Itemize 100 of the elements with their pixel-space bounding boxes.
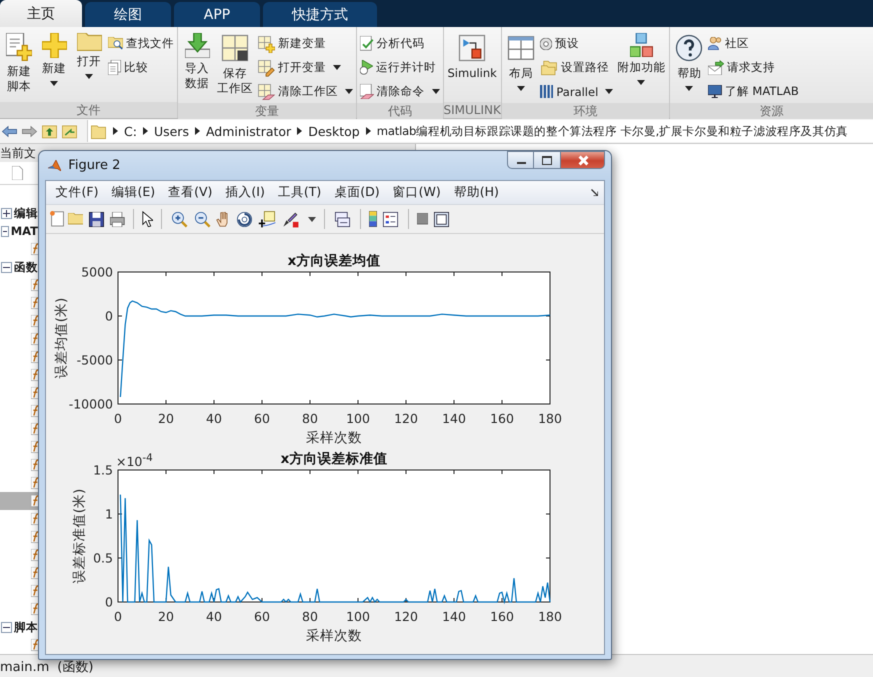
expander-icon[interactable] xyxy=(1,208,12,218)
ribbon-button[interactable]: 布局 xyxy=(504,31,538,93)
panel-icon[interactable] xyxy=(432,210,452,228)
axis-label: 误差均值(米) xyxy=(54,298,70,378)
ribbon-button[interactable]: 比较 xyxy=(107,56,175,79)
folder-browse-icon[interactable] xyxy=(61,122,78,140)
print-icon[interactable] xyxy=(110,212,125,226)
dock-arrow-icon[interactable] xyxy=(590,188,598,196)
ribbon-button[interactable]: Simulink xyxy=(446,31,499,83)
pointer-icon[interactable] xyxy=(142,210,153,228)
menu-item[interactable]: 查看(V) xyxy=(162,184,219,201)
colorbar-icon[interactable] xyxy=(369,211,378,227)
ribbon-button[interactable]: 社区 xyxy=(707,32,800,55)
caret-icon[interactable] xyxy=(308,216,316,222)
chevron-icon xyxy=(366,127,371,135)
tree-label[interactable]: 脚本 xyxy=(14,620,38,634)
expander-icon[interactable] xyxy=(1,226,9,236)
import-arrow-icon xyxy=(184,33,210,58)
tick-label: 60 xyxy=(254,609,270,624)
ribbon-button[interactable]: Parallel xyxy=(538,80,614,103)
menu-item[interactable]: 编辑(E) xyxy=(104,184,162,201)
tick-label: 80 xyxy=(302,609,318,624)
ribbon-button[interactable]: 打开 xyxy=(72,31,106,80)
ribbon-button[interactable]: 查找文件 xyxy=(107,32,175,55)
tick-label: 80 xyxy=(302,411,318,426)
bars-icon xyxy=(540,84,554,98)
minimize-button[interactable] xyxy=(507,151,534,169)
documents-icon xyxy=(108,60,121,75)
tree-label[interactable]: 函数 xyxy=(14,260,38,274)
tick-label: 60 xyxy=(254,411,270,426)
menu-item[interactable]: 插入(I) xyxy=(218,184,272,201)
people-icon xyxy=(708,37,722,50)
tick-label: 0.5 xyxy=(93,550,113,566)
menu-item[interactable]: 帮助(H) xyxy=(447,184,506,201)
ribbon-tab[interactable]: 绘图 xyxy=(85,2,171,27)
ribbon-button[interactable]: 设置路径 xyxy=(538,56,614,79)
ribbon-button[interactable]: 打开变量 xyxy=(256,56,354,79)
path-segment[interactable]: matlab编程机动目标跟踪课题的整个算法程序 卡尔曼,扩展卡尔曼和粒子滤波程序及其仿真 xyxy=(376,124,848,138)
tick-label: 40 xyxy=(206,411,222,426)
envelope-arrow-icon xyxy=(708,60,724,75)
ribbon-button[interactable]: 帮助 xyxy=(672,31,706,93)
tree-label[interactable]: 编辑 xyxy=(14,206,38,220)
path-segment[interactable]: C: xyxy=(124,124,137,138)
file-row[interactable] xyxy=(0,492,38,510)
ribbon-button[interactable]: 新建 xyxy=(37,31,71,88)
menu-item[interactable]: 窗口(W) xyxy=(386,184,448,201)
play-timer-icon xyxy=(360,60,373,75)
ribbon-button[interactable]: 了解 MATLAB xyxy=(707,80,800,103)
grid-eraser-icon xyxy=(257,82,275,100)
menu-item[interactable]: 工具(T) xyxy=(271,184,328,201)
ribbon-button[interactable]: 新建 脚本 xyxy=(2,31,36,96)
new-script-icon xyxy=(6,33,32,60)
maximize-button[interactable] xyxy=(534,151,561,169)
ribbon-button[interactable]: 清除工作区 xyxy=(256,80,354,103)
section-label: 代码 xyxy=(357,103,442,119)
ribbon-button[interactable]: 导入 数据 xyxy=(180,31,214,93)
path-segment[interactable]: Administrator xyxy=(206,124,292,138)
menu-item[interactable]: 文件(F) xyxy=(49,184,105,201)
ribbon-button[interactable]: 保存 工作区 xyxy=(215,31,255,98)
caret-icon xyxy=(50,81,58,86)
expander-icon[interactable] xyxy=(1,622,12,632)
data-cursor-icon[interactable] xyxy=(258,210,278,228)
tick-label: 1 xyxy=(105,506,113,522)
ribbon-button[interactable]: 运行并计时 xyxy=(359,56,440,79)
menu-item[interactable]: 桌面(D) xyxy=(328,184,386,201)
help-icon xyxy=(674,33,704,63)
legend-icon[interactable] xyxy=(381,210,400,228)
ribbon-button[interactable]: 预设 xyxy=(538,32,614,55)
document-icon[interactable] xyxy=(12,166,23,180)
chevron-icon xyxy=(297,127,302,135)
expander-icon[interactable] xyxy=(1,262,12,272)
ribbon-button[interactable]: 新建变量 xyxy=(256,32,354,55)
ribbon-button[interactable]: 附加功能 xyxy=(615,31,668,87)
cubes-icon xyxy=(630,33,653,57)
panel-title: 当前文 xyxy=(0,144,36,162)
ribbon-tab[interactable]: 快捷方式 xyxy=(263,2,377,27)
new-figure-icon[interactable] xyxy=(50,211,64,227)
tick-label: 120 xyxy=(394,411,418,426)
path-segment[interactable]: Users xyxy=(154,124,189,138)
open-folder-icon[interactable] xyxy=(68,213,84,225)
ribbon-tab[interactable]: APP xyxy=(174,2,260,27)
tree-label[interactable]: MAT xyxy=(10,224,38,238)
save-icon[interactable] xyxy=(87,210,106,228)
tick-label: 120 xyxy=(394,609,418,624)
rotate-icon[interactable] xyxy=(235,210,254,228)
close-button[interactable] xyxy=(561,151,605,169)
axis-label: 采样次数 xyxy=(306,430,362,444)
zoom-out-icon[interactable] xyxy=(192,210,212,228)
brush-icon[interactable] xyxy=(281,210,300,228)
section-label: 环境 xyxy=(502,103,670,119)
linked-plot-icon[interactable] xyxy=(333,210,352,228)
axis-label: 采样次数 xyxy=(306,628,362,644)
path-segment[interactable]: Desktop xyxy=(308,124,360,138)
ribbon-button[interactable]: 请求支持 xyxy=(707,56,800,79)
ribbon-button[interactable]: 分析代码 xyxy=(359,32,440,55)
ribbon-button[interactable]: 清除命令 xyxy=(359,80,440,103)
folder-up-icon[interactable] xyxy=(41,122,58,140)
status-text: (函数) xyxy=(57,659,94,676)
ribbon-tab[interactable]: 主页 xyxy=(0,0,82,27)
zoom-in-icon[interactable] xyxy=(170,210,189,228)
